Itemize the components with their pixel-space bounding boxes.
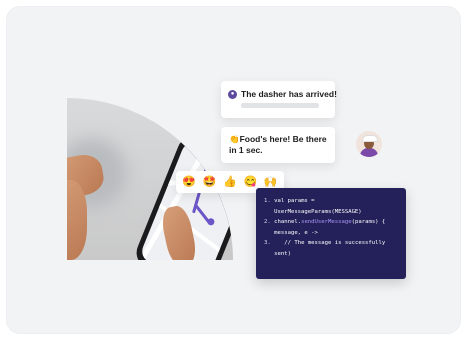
code-line: 1. val params = [264, 198, 315, 204]
notification-title: The dasher has arrived! [241, 89, 337, 99]
code-line: sent) [274, 250, 291, 257]
star-struck-reaction-icon[interactable]: 🤩 [203, 176, 217, 188]
arrival-notification[interactable]: ● The dasher has arrived! [221, 81, 337, 118]
thumbs-up-reaction-icon[interactable]: 👍 [223, 176, 237, 188]
heart-eyes-reaction-icon[interactable]: 😍 [182, 176, 196, 188]
code-line: message, e -> [274, 229, 318, 236]
clap-emoji-icon: 👏 [229, 134, 240, 144]
code-line: 2. channel.sendUserMessage(params) { [264, 219, 386, 225]
chat-message-bubble[interactable]: 👏Food's here! Be there in 1 sec. [221, 127, 335, 163]
yum-reaction-icon[interactable]: 😋 [244, 176, 258, 188]
dasher-badge-icon: ● [228, 90, 237, 99]
map-pin-icon [206, 217, 216, 227]
avatar-cap [362, 135, 378, 142]
avatar-body [360, 148, 378, 157]
notification-placeholder-bar [241, 103, 319, 108]
raised-hands-reaction-icon[interactable]: 🙌 [264, 176, 278, 188]
chat-message-text: 👏Food's here! Be there in 1 sec. [229, 134, 327, 155]
sender-avatar [356, 131, 382, 157]
code-line: UserMessageParams(MESSAGE) [274, 208, 362, 215]
code-snippet-card: 1. val params = UserMessageParams(MESSAG… [256, 188, 406, 279]
code-line: 3. // The message is successfully [264, 240, 386, 246]
